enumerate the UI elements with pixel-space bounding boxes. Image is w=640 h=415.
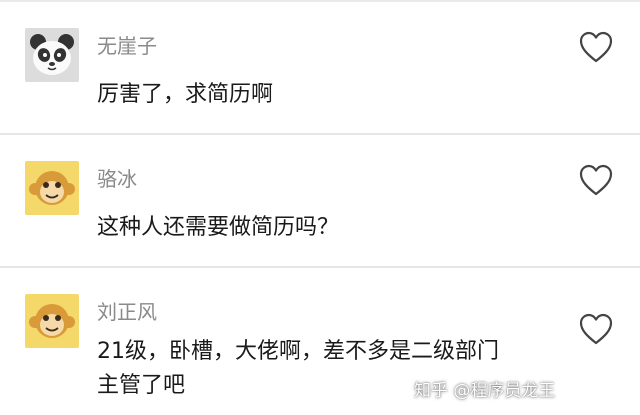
like-heart-icon[interactable]	[578, 163, 614, 197]
comment-text: 这种人还需要做简历吗？	[97, 211, 547, 245]
comment-item: 无崖子 厉害了，求简历啊	[0, 2, 640, 133]
like-heart-icon[interactable]	[578, 30, 614, 64]
watermark: 知乎 @程序员龙王	[414, 381, 556, 401]
comment-text: 厉害了，求简历啊	[97, 78, 547, 112]
comment-author[interactable]: 骆冰	[97, 167, 137, 191]
comment-author[interactable]: 无崖子	[97, 34, 157, 58]
comment-item: 骆冰 这种人还需要做简历吗？	[0, 135, 640, 266]
panda-avatar-icon[interactable]	[25, 28, 79, 82]
like-heart-icon[interactable]	[578, 312, 614, 346]
comment-text-line: 21级，卧槽，大佬啊，差不多是二级部门	[97, 339, 499, 364]
comment-author[interactable]: 刘正风	[97, 300, 157, 324]
comment-text-line: 厉害了，求简历啊	[97, 82, 274, 107]
comment-text-line: 这种人还需要做简历吗？	[97, 215, 340, 240]
monkey-avatar-icon[interactable]	[25, 161, 79, 215]
monkey-avatar-icon[interactable]	[25, 294, 79, 348]
